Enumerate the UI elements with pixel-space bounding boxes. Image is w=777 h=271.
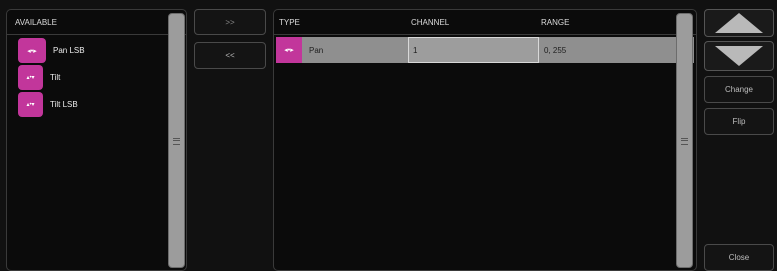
column-header-range: RANGE: [541, 18, 570, 27]
arrow-down-icon: [715, 46, 763, 66]
type-label: Pan: [309, 45, 324, 55]
tilt-icon: ▴•▾: [18, 65, 43, 90]
channels-panel: TYPE CHANNEL RANGE ◂•▸ Pan 1 0, 255: [273, 9, 697, 271]
available-scrollbar[interactable]: [168, 13, 185, 268]
close-button[interactable]: Close: [704, 244, 774, 271]
available-item-label: Pan LSB: [53, 46, 85, 55]
channel-field[interactable]: 1: [408, 37, 539, 63]
column-header-channel: CHANNEL: [411, 18, 450, 27]
change-button[interactable]: Change: [704, 76, 774, 103]
available-item-label: Tilt LSB: [50, 100, 78, 109]
available-item-tilt-lsb[interactable]: ▴•▾ Tilt LSB: [18, 92, 78, 117]
scrollbar-grip-icon: [680, 137, 688, 145]
remove-channel-button[interactable]: <<: [194, 42, 266, 69]
available-panel: AVAILABLE ◂•▸ Pan LSB ▴•▾ Tilt ▴•▾ Tilt …: [6, 9, 187, 271]
range-value: 0, 255: [544, 45, 567, 55]
flip-button[interactable]: Flip: [704, 108, 774, 135]
close-label: Close: [728, 253, 750, 262]
arrow-up-icon: [715, 13, 763, 33]
available-header: AVAILABLE: [7, 10, 186, 35]
channels-header: TYPE CHANNEL RANGE: [274, 10, 696, 35]
pan-icon: ◂•▸: [18, 38, 46, 63]
range-cell: 0, 255: [542, 37, 672, 63]
type-cell: ◂•▸ Pan: [276, 37, 406, 63]
channel-value: 1: [413, 45, 418, 55]
available-item-pan-lsb[interactable]: ◂•▸ Pan LSB: [18, 38, 85, 63]
column-header-type: TYPE: [279, 18, 300, 27]
scrollbar-grip-icon: [172, 137, 180, 145]
table-row[interactable]: ◂•▸ Pan 1 0, 255: [276, 37, 694, 63]
add-channel-button[interactable]: >>: [194, 9, 266, 35]
flip-label: Flip: [732, 117, 746, 126]
move-down-button[interactable]: [704, 41, 774, 71]
available-item-tilt[interactable]: ▴•▾ Tilt: [18, 65, 60, 90]
remove-channel-label: <<: [225, 51, 235, 60]
available-title: AVAILABLE: [15, 18, 57, 27]
available-item-label: Tilt: [50, 73, 61, 82]
move-up-button[interactable]: [704, 9, 774, 37]
add-channel-label: >>: [225, 17, 235, 27]
channels-scrollbar[interactable]: [676, 13, 693, 268]
tilt-icon: ▴•▾: [18, 92, 43, 117]
pan-icon: ◂•▸: [276, 37, 302, 63]
change-label: Change: [724, 85, 754, 94]
